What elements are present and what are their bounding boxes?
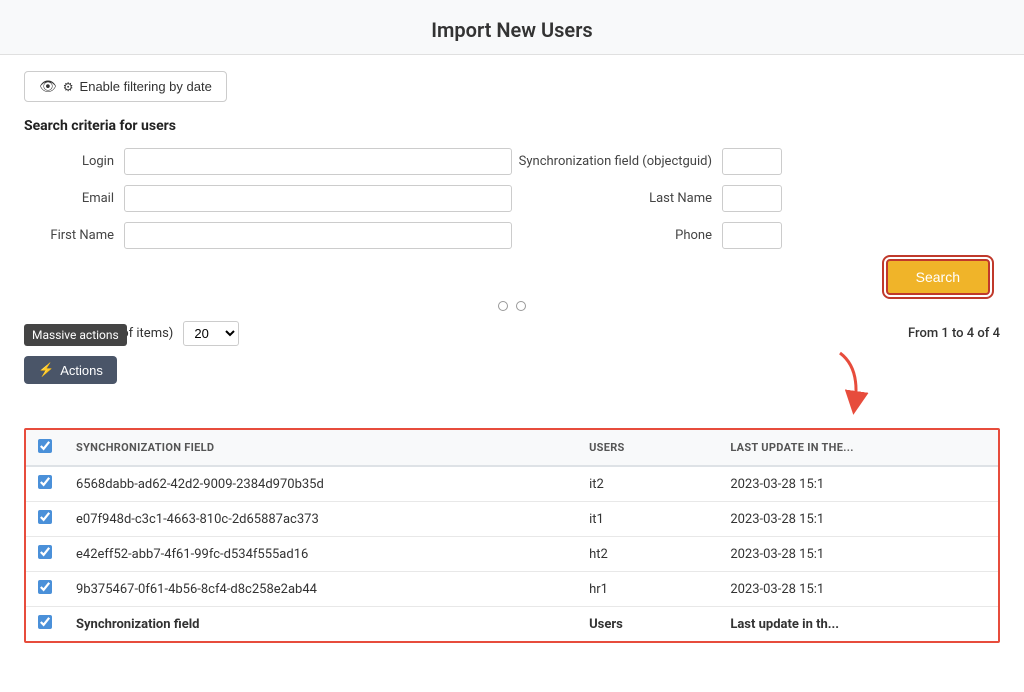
first-name-row: First Name	[24, 222, 512, 249]
search-button[interactable]: Search	[886, 259, 990, 295]
first-name-label: First Name	[24, 228, 114, 243]
last-name-label: Last Name	[512, 191, 712, 206]
page-wrapper: Import New Users 👁 ⚙ Enable filtering by…	[0, 0, 1024, 692]
table-body: 6568dabb-ad62-42d2-9009-2384d970b35d it2…	[26, 466, 998, 607]
row-last-update: 2023-03-28 15:1	[718, 502, 998, 537]
phone-input[interactable]	[722, 222, 782, 249]
right-form-fields: Synchronization field (objectguid) Last …	[512, 148, 1000, 259]
search-btn-row: Search	[24, 259, 1000, 295]
row-checkbox-cell	[26, 502, 64, 537]
toolbar-row: Display (number of items) 20 50 100 From…	[24, 321, 1000, 346]
row-users: it1	[577, 502, 718, 537]
table-row: 6568dabb-ad62-42d2-9009-2384d970b35d it2…	[26, 466, 998, 502]
search-criteria-section: Search criteria for users Login Email Fi…	[24, 118, 1000, 311]
row-checkbox-3[interactable]	[38, 580, 52, 594]
row-last-update: 2023-03-28 15:1	[718, 466, 998, 502]
filter-date-button[interactable]: 👁 ⚙ Enable filtering by date	[24, 71, 227, 102]
filter-btn-label: Enable filtering by date	[80, 79, 212, 94]
sync-field-label: Synchronization field (objectguid)	[512, 154, 712, 169]
table-footer: Synchronization field Users Last update …	[26, 607, 998, 642]
from-count-label: From 1 to 4 of 4	[908, 326, 1000, 341]
gear-icon: ⚙	[63, 80, 74, 94]
red-arrow-svg	[800, 348, 880, 428]
row-checkbox-0[interactable]	[38, 475, 52, 489]
row-users: it2	[577, 466, 718, 502]
page-title: Import New Users	[0, 0, 1024, 55]
items-per-page-select[interactable]: 20 50 100	[183, 321, 239, 346]
row-checkbox-1[interactable]	[38, 510, 52, 524]
row-checkbox-cell	[26, 572, 64, 607]
phone-label: Phone	[512, 228, 712, 243]
search-criteria-title: Search criteria for users	[24, 118, 1000, 134]
row-users: ht2	[577, 537, 718, 572]
row-sync-field: e07f948d-c3c1-4663-810c-2d65887ac373	[64, 502, 577, 537]
table-row: e42eff52-abb7-4f61-99fc-d534f555ad16 ht2…	[26, 537, 998, 572]
sync-field-row: Synchronization field (objectguid)	[512, 148, 1000, 175]
form-grid: Login Email First Name Synchron	[24, 148, 1000, 259]
email-label: Email	[24, 191, 114, 206]
footer-checkbox-col	[26, 607, 64, 642]
sync-field-input[interactable]	[722, 148, 782, 175]
login-row: Login	[24, 148, 512, 175]
footer-users: Users	[577, 607, 718, 642]
actions-button[interactable]: ⚡ Actions	[24, 356, 117, 384]
select-all-checkbox[interactable]	[38, 439, 52, 453]
massive-actions-tooltip: Massive actions	[24, 324, 127, 346]
row-checkbox-2[interactable]	[38, 545, 52, 559]
eye-icon: 👁	[39, 78, 57, 95]
content-area: 👁 ⚙ Enable filtering by date Search crit…	[0, 55, 1024, 659]
row-users: hr1	[577, 572, 718, 607]
actions-btn-label: Actions	[60, 363, 103, 378]
lightning-icon: ⚡	[38, 362, 54, 378]
pagination-dot-1[interactable]	[498, 301, 508, 311]
footer-row: Synchronization field Users Last update …	[26, 607, 998, 642]
login-input[interactable]	[124, 148, 512, 175]
data-table: Synchronization Field Users Last update …	[26, 430, 998, 641]
page-title-text: Import New Users	[431, 18, 592, 42]
left-form-fields: Login Email First Name	[24, 148, 512, 259]
row-sync-field: e42eff52-abb7-4f61-99fc-d534f555ad16	[64, 537, 577, 572]
row-checkbox-cell	[26, 537, 64, 572]
row-sync-field: 9b375467-0f61-4b56-8cf4-d8c258e2ab44	[64, 572, 577, 607]
email-row: Email	[24, 185, 512, 212]
first-name-input[interactable]	[124, 222, 512, 249]
pagination-dot-2[interactable]	[516, 301, 526, 311]
table-row: e07f948d-c3c1-4663-810c-2d65887ac373 it1…	[26, 502, 998, 537]
email-input[interactable]	[124, 185, 512, 212]
row-checkbox-cell	[26, 466, 64, 502]
footer-last-update: Last update in th...	[718, 607, 998, 642]
row-sync-field: 6568dabb-ad62-42d2-9009-2384d970b35d	[64, 466, 577, 502]
footer-checkbox[interactable]	[38, 615, 52, 629]
login-label: Login	[24, 154, 114, 169]
last-name-row: Last Name	[512, 185, 1000, 212]
table-row: 9b375467-0f61-4b56-8cf4-d8c258e2ab44 hr1…	[26, 572, 998, 607]
row-last-update: 2023-03-28 15:1	[718, 537, 998, 572]
arrow-area	[24, 388, 1000, 438]
data-table-wrapper: Synchronization Field Users Last update …	[24, 428, 1000, 643]
phone-row: Phone	[512, 222, 1000, 249]
footer-sync-field: Synchronization field	[64, 607, 577, 642]
row-last-update: 2023-03-28 15:1	[718, 572, 998, 607]
pagination-dots	[24, 301, 1000, 311]
last-name-input[interactable]	[722, 185, 782, 212]
